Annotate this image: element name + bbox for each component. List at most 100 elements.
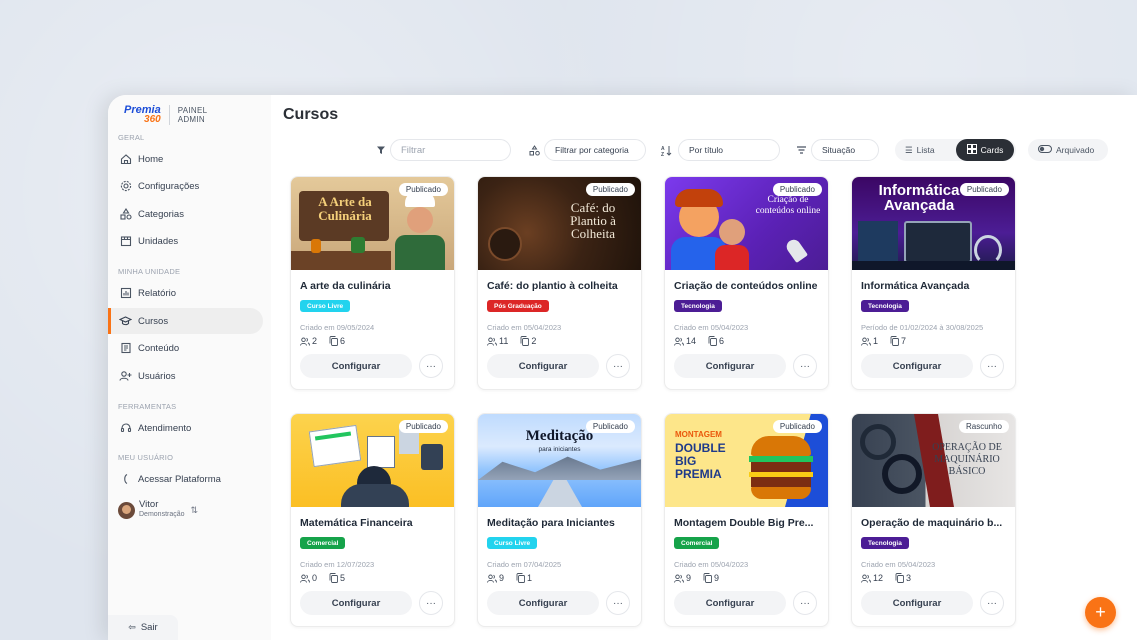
status-badge: Publicado: [772, 183, 822, 196]
users-icon: [487, 337, 497, 346]
copy-icon: [890, 336, 899, 346]
grid-icon: [966, 144, 977, 156]
course-stats: 14 6: [674, 336, 736, 346]
graduation-cap-icon: [119, 315, 132, 328]
more-options-button[interactable]: ···: [606, 354, 630, 378]
more-options-button[interactable]: ···: [793, 354, 817, 378]
copy-icon: [708, 336, 717, 346]
sidebar-item-atendimento[interactable]: Atendimento: [108, 415, 263, 441]
more-options-button[interactable]: ···: [419, 591, 443, 615]
brand-divider: [168, 105, 170, 125]
sidebar-item-cursos[interactable]: Cursos: [108, 308, 263, 334]
sidebar-item-categorias[interactable]: Categorias: [108, 201, 263, 227]
brand[interactable]: Premia 360 PAINEL ADMIN: [124, 105, 207, 125]
logout-button[interactable]: ⇦ Sair: [108, 615, 178, 640]
course-date: Criado em 09/05/2024: [300, 323, 375, 332]
chart-icon: [119, 287, 132, 300]
sidebar-item-relatorio[interactable]: Relatório: [108, 280, 263, 306]
premia-logo: Premia 360: [124, 104, 161, 125]
category-tag: Comercial: [300, 537, 346, 549]
copy-icon: [516, 573, 525, 583]
course-card[interactable]: MONTAGEM DOUBLE BIG PREMIA Publicado Mon…: [664, 413, 829, 627]
document-icon: [119, 342, 132, 355]
more-options-button[interactable]: ···: [793, 591, 817, 615]
configure-button[interactable]: Configurar: [487, 591, 599, 615]
contents-count: 3: [895, 573, 911, 583]
course-title: Operação de maquinário b...: [861, 517, 1003, 529]
view-list-button[interactable]: ☰ Lista: [905, 139, 949, 161]
configure-button[interactable]: Configurar: [674, 591, 786, 615]
add-course-button[interactable]: +: [1085, 597, 1116, 628]
sidebar-item-acessar-plataforma[interactable]: Acessar Plataforma: [108, 466, 263, 492]
filter-icon: [375, 144, 387, 156]
category-tag: Comercial: [674, 537, 720, 549]
sidebar-item-conteudo[interactable]: Conteúdo: [108, 335, 263, 361]
sidebar: Premia 360 PAINEL ADMIN GERAL Home Confi…: [108, 95, 271, 640]
category-filter[interactable]: Filtrar por categoria: [544, 139, 646, 161]
users-count: 14: [674, 336, 696, 346]
configure-button[interactable]: Configurar: [487, 354, 599, 378]
course-card[interactable]: Criação de conteúdos online Publicado Cr…: [664, 176, 829, 390]
category-icon: [528, 144, 540, 156]
sidebar-item-usuarios[interactable]: Usuários: [108, 363, 263, 389]
course-card[interactable]: Café: do Plantio à Colheita Publicado Ca…: [477, 176, 642, 390]
users-icon: [674, 337, 684, 346]
more-options-button[interactable]: ···: [419, 354, 443, 378]
contents-count: 6: [329, 336, 345, 346]
view-toggle: ☰ Lista Cards: [895, 139, 1016, 161]
course-title: Café: do plantio à colheita: [487, 280, 618, 292]
copy-icon: [329, 573, 338, 583]
users-icon: [300, 574, 310, 583]
sidebar-item-unidades[interactable]: Unidades: [108, 228, 263, 254]
sidebar-item-configuracoes[interactable]: Configurações: [108, 173, 263, 199]
status-badge: Publicado: [959, 183, 1009, 196]
configure-button[interactable]: Configurar: [300, 591, 412, 615]
status-filter[interactable]: Situação: [811, 139, 879, 161]
course-stats: 11 2: [487, 336, 548, 346]
user-menu[interactable]: Vitor Demonstração ⇅: [118, 500, 198, 520]
search-input[interactable]: Filtrar: [390, 139, 511, 161]
users-count: 2: [300, 336, 317, 346]
more-options-button[interactable]: ···: [980, 591, 1004, 615]
contents-count: 1: [516, 573, 532, 583]
users-count: 1: [861, 336, 878, 346]
svg-text:Z: Z: [661, 152, 664, 156]
course-stats: 0 5: [300, 573, 357, 583]
more-options-button[interactable]: ···: [980, 354, 1004, 378]
course-card[interactable]: Meditação para iniciantes Publicado Medi…: [477, 413, 642, 627]
main-content: Cursos Filtrar Filtrar por categoria AZ …: [271, 95, 1137, 640]
course-card[interactable]: Informática Avançada Publicado Informáti…: [851, 176, 1016, 390]
copy-icon: [895, 573, 904, 583]
course-card[interactable]: OPERAÇÃO DE MAQUINÁRIO BÁSICO Rascunho O…: [851, 413, 1016, 627]
status-badge: Publicado: [398, 420, 448, 433]
sort-az-icon: AZ: [661, 144, 673, 156]
more-options-button[interactable]: ···: [606, 591, 630, 615]
configure-button[interactable]: Configurar: [300, 354, 412, 378]
course-card[interactable]: A Arte da Culinária Publicado A arte da …: [290, 176, 455, 390]
title-filter[interactable]: Por título: [678, 139, 780, 161]
course-stats: 2 6: [300, 336, 357, 346]
view-cards-button[interactable]: Cards: [956, 139, 1014, 161]
course-stats: 1 7: [861, 336, 918, 346]
section-label-minha-unidade: MINHA UNIDADE: [118, 267, 181, 276]
course-title: Meditação para Iniciantes: [487, 517, 615, 529]
users-count: 0: [300, 573, 317, 583]
archived-toggle[interactable]: Arquivado: [1028, 139, 1108, 161]
course-title: Criação de conteúdos online: [674, 280, 818, 292]
users-icon: [674, 574, 684, 583]
configure-button[interactable]: Configurar: [674, 354, 786, 378]
category-tag: Tecnologia: [861, 300, 909, 312]
contents-count: 5: [329, 573, 345, 583]
course-card[interactable]: Publicado Matemática Financeira Comercia…: [290, 413, 455, 627]
configure-button[interactable]: Configurar: [861, 591, 973, 615]
section-label-ferramentas: FERRAMENTAS: [118, 402, 177, 411]
course-date: Criado em 05/04/2023: [674, 560, 749, 569]
course-title: A arte da culinária: [300, 280, 391, 292]
sidebar-item-home[interactable]: Home: [108, 146, 263, 172]
gear-icon: [119, 180, 132, 193]
headset-icon: [119, 422, 132, 435]
configure-button[interactable]: Configurar: [861, 354, 973, 378]
toggle-icon: [1038, 145, 1052, 155]
list-filter-icon: [795, 144, 807, 156]
page-title: Cursos: [283, 106, 339, 123]
